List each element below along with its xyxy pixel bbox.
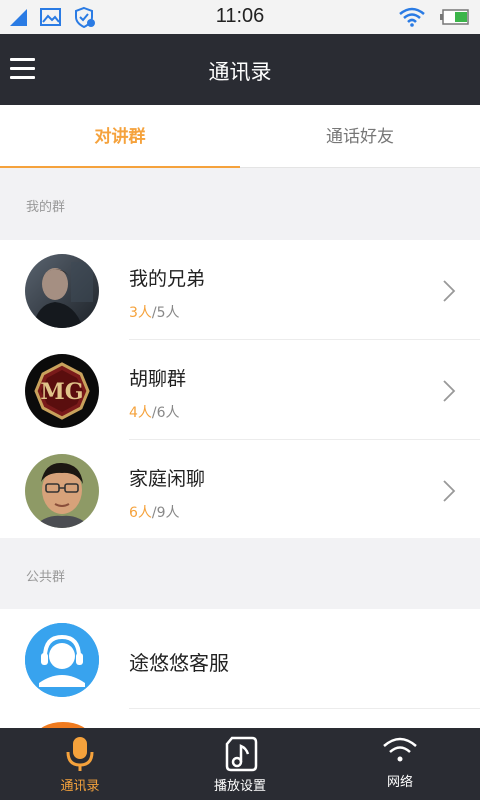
menu-icon[interactable]: [10, 58, 36, 80]
mg-logo-avatar: MG: [25, 354, 99, 428]
member-count: 6人/9人: [129, 502, 180, 522]
group-name: 家庭闲聊: [129, 468, 206, 490]
member-count: 4人/6人: [129, 402, 180, 422]
page-title: 通讯录: [208, 60, 272, 84]
wifi-status-icon: [399, 7, 425, 27]
battery-icon: [440, 9, 469, 25]
svg-text:MG: MG: [40, 379, 83, 405]
total-count: /5人: [151, 305, 180, 321]
divider: [129, 708, 480, 709]
music-note-icon: [225, 736, 258, 772]
list-item[interactable]: 家庭闲聊 6人/9人: [0, 440, 480, 540]
group-name: 我的兄弟: [129, 268, 206, 290]
tab-call-friends[interactable]: 通话好友: [240, 105, 480, 168]
total-count: /6人: [151, 405, 180, 421]
group-name: 胡聊群: [129, 368, 187, 390]
member-count: 3人/5人: [129, 302, 180, 322]
section-header-my-groups: 我的群: [0, 168, 480, 240]
my-groups-list: 我的兄弟 3人/5人 MG 胡聊群 4人/6人 家庭闲聊 6人/9人: [0, 240, 480, 540]
public-groups-list: 途悠悠客服: [0, 609, 480, 728]
nav-contacts[interactable]: 通讯录: [0, 728, 160, 800]
tab-bar: 对讲群 通话好友: [0, 105, 480, 169]
man-glasses-avatar: [25, 454, 99, 528]
section-header-public-groups: 公共群: [0, 538, 480, 609]
nav-label: 网络: [386, 775, 413, 790]
wifi-icon: [383, 737, 417, 762]
nav-playback-settings[interactable]: 播放设置: [160, 728, 320, 800]
online-count: 6人: [129, 505, 152, 521]
chevron-right-icon: [443, 480, 456, 502]
nav-label: 通讯录: [60, 779, 100, 794]
status-bar: 11:06: [0, 0, 480, 34]
online-count: 4人: [129, 405, 152, 421]
nav-label: 播放设置: [213, 779, 266, 794]
total-count: /9人: [151, 505, 180, 521]
tab-label: 通话好友: [326, 127, 394, 147]
group-name: 途悠悠客服: [129, 651, 229, 675]
section-title: 我的群: [26, 200, 66, 215]
tab-label: 对讲群: [94, 127, 146, 147]
list-item[interactable]: 途悠悠客服: [0, 609, 480, 709]
chevron-right-icon: [443, 380, 456, 402]
tab-intercom-groups[interactable]: 对讲群: [0, 105, 240, 169]
section-title: 公共群: [26, 570, 66, 585]
status-icons-right: [398, 7, 470, 27]
list-item[interactable]: 我的兄弟 3人/5人: [0, 240, 480, 340]
list-item[interactable]: MG 胡聊群 4人/6人: [0, 340, 480, 440]
online-count: 3人: [129, 305, 152, 321]
chevron-right-icon: [443, 280, 456, 302]
nav-network[interactable]: 网络: [320, 728, 480, 800]
microphone-icon: [66, 737, 94, 771]
movie-poster-avatar: [25, 254, 99, 328]
app-bar: 通讯录: [0, 34, 480, 105]
headset-service-avatar: [25, 623, 99, 697]
bottom-nav: 通讯录 播放设置 网络: [0, 728, 480, 800]
